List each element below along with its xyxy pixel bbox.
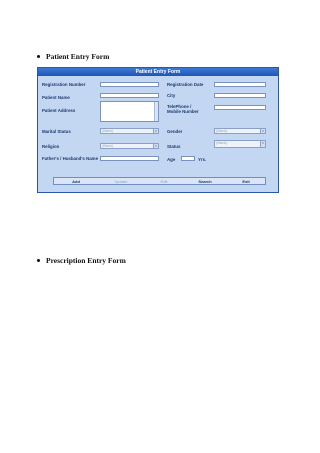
chevron-down-icon[interactable]: ▾	[260, 129, 265, 133]
bullet-icon	[37, 54, 40, 58]
label-father-husband-name: Father's / Husband's Name	[42, 156, 99, 161]
status-value: (Blank)	[216, 141, 228, 145]
add-button[interactable]: Add	[68, 179, 84, 184]
section-heading-prescription: Prescription Entry Form	[37, 256, 126, 265]
gender-value: (Blank)	[216, 129, 228, 133]
label-gender: Gender	[167, 129, 183, 134]
patient-entry-form-window: Patient Entry Form Registration Number P…	[37, 67, 279, 193]
label-telephone-text: TelePhone / Mobile Number	[167, 104, 199, 114]
label-telephone: TelePhone / Mobile Number	[167, 104, 201, 114]
city-field[interactable]	[214, 93, 266, 98]
label-patient-address: Patient Address	[42, 108, 76, 113]
religion-value: (Blank)	[102, 144, 114, 148]
bullet-icon	[37, 258, 40, 262]
chevron-down-icon[interactable]: ▾	[260, 141, 265, 147]
search-button[interactable]: Search	[195, 179, 215, 184]
label-patient-name: Patient Name	[42, 95, 70, 100]
label-religion: Religion	[42, 144, 60, 149]
father-husband-name-field[interactable]	[100, 156, 159, 161]
status-select[interactable]: (Blank) ▾	[214, 140, 266, 148]
section-heading-patient: Patient Entry Form	[37, 52, 109, 61]
section-heading-text: Prescription Entry Form	[46, 256, 126, 265]
registration-number-field[interactable]	[100, 82, 159, 87]
exit-button[interactable]: Exit	[238, 179, 254, 184]
patient-address-field[interactable]	[100, 101, 159, 122]
marital-status-select[interactable]: (Blank) ▾	[100, 128, 159, 134]
edit-button[interactable]: Edit	[156, 179, 172, 184]
marital-status-value: (Blank)	[102, 129, 114, 133]
label-registration-number: Registration Number	[42, 82, 86, 87]
patient-name-field[interactable]	[100, 93, 159, 98]
form-title: Patient Entry Form	[38, 68, 278, 76]
religion-select[interactable]: (Blank) ▾	[100, 143, 159, 149]
label-age: Age	[167, 157, 176, 162]
label-yrs: Yrs.	[198, 157, 207, 162]
gender-select[interactable]: (Blank) ▾	[214, 128, 266, 134]
label-marital-status: Marital Status	[42, 129, 71, 134]
chevron-down-icon[interactable]: ▾	[153, 144, 158, 148]
registration-date-field[interactable]	[214, 82, 266, 87]
telephone-field[interactable]	[214, 105, 266, 110]
section-heading-text: Patient Entry Form	[46, 52, 110, 61]
chevron-down-icon[interactable]: ▾	[153, 129, 158, 133]
address-scrollbar[interactable]	[154, 102, 158, 121]
button-bar: Add Update Edit Search Exit	[53, 177, 266, 185]
age-field[interactable]	[181, 156, 195, 161]
label-status: Status	[167, 144, 181, 149]
update-button[interactable]: Update	[110, 179, 132, 184]
label-registration-date: Registration Date	[167, 82, 204, 87]
label-city: City	[167, 93, 176, 98]
